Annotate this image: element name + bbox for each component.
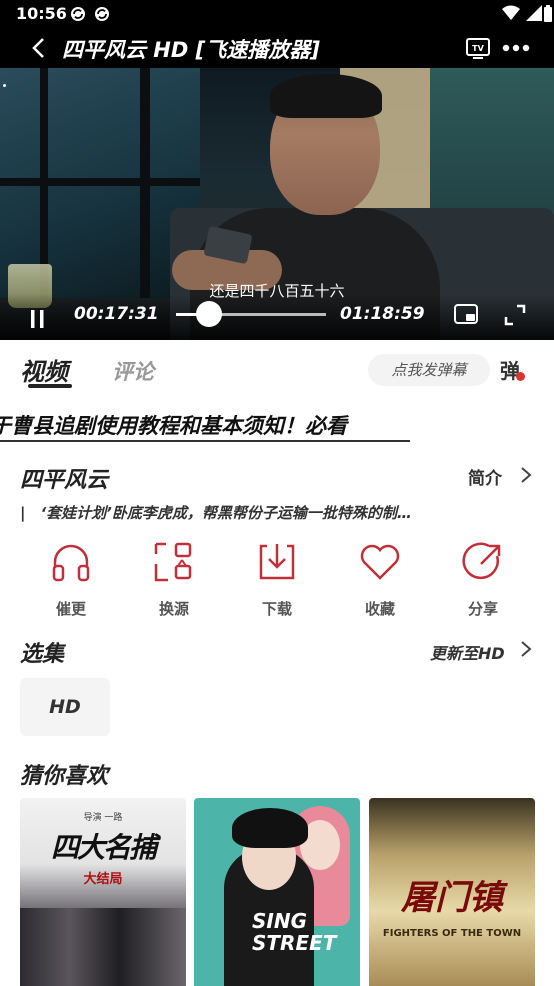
sync-icon-2 <box>95 7 109 21</box>
title-bar: 四平风云 HD [飞速播放器] TV <box>0 28 554 68</box>
action-urge-update[interactable]: 催更 <box>26 540 116 620</box>
notice-text: 于曹县追剧使用教程和基本须知！必看 <box>0 414 347 438</box>
recommend-poster[interactable]: 导演 一路 四大名捕 大结局 <box>20 798 186 986</box>
episode-button[interactable]: HD <box>20 678 110 736</box>
picture-in-picture-icon[interactable] <box>454 304 478 324</box>
poster-subtitle: FIGHTERS OF THE TOWN <box>382 928 522 939</box>
danmaku-toggle[interactable]: 弹 <box>496 352 530 386</box>
more-options-icon[interactable] <box>502 38 530 58</box>
notice-underline <box>0 440 410 442</box>
action-share[interactable]: 分享 <box>438 540 528 620</box>
heart-icon <box>360 544 400 580</box>
back-arrow-icon[interactable] <box>28 36 52 60</box>
chevron-right-icon[interactable] <box>520 640 532 658</box>
show-description[interactable]: | ‘套娃计划’卧底李虎成，帮黑帮份子运输一批特殊的制… <box>20 502 530 523</box>
chevron-right-icon[interactable] <box>520 466 532 484</box>
current-time: 00:17:31 <box>74 304 159 324</box>
video-player[interactable]: 还是四千八百五十六 00:17:31 01:18:59 <box>0 68 554 340</box>
download-icon <box>259 544 295 580</box>
switch-source-icon <box>154 542 192 582</box>
tv-cast-icon[interactable]: TV <box>466 38 490 60</box>
action-label: 分享 <box>467 600 498 618</box>
action-switch-source[interactable]: 换源 <box>129 540 219 620</box>
intro-link[interactable]: 简介 <box>468 464 502 489</box>
poster-credit: 导演 一路 <box>83 813 123 823</box>
pause-icon[interactable] <box>30 309 46 329</box>
headphones-icon <box>52 544 90 582</box>
fullscreen-icon[interactable] <box>504 304 526 326</box>
poster-title: 四大名捕 <box>50 831 157 864</box>
tab-video[interactable]: 视频 <box>20 352 68 387</box>
duration: 01:18:59 <box>340 304 425 324</box>
svg-text:TV: TV <box>472 44 484 53</box>
action-bar: 催更 换源 下载 收藏 分享 <box>0 540 554 620</box>
recommend-heading: 猜你喜欢 <box>20 764 109 789</box>
episodes-heading: 选集 <box>20 642 65 667</box>
danmaku-status-dot <box>516 372 525 381</box>
action-label: 收藏 <box>364 600 395 618</box>
danmaku-input-button[interactable]: 点我发弹幕 <box>368 354 490 386</box>
active-tab-indicator <box>28 384 72 388</box>
action-label: 催更 <box>55 600 86 618</box>
recommend-poster[interactable]: 屠门镇 FIGHTERS OF THE TOWN <box>369 798 535 986</box>
recommend-poster[interactable]: SING STREET <box>194 798 360 986</box>
action-label: 下载 <box>261 600 292 618</box>
wifi-icon <box>502 5 520 20</box>
poster-artwork <box>20 908 186 986</box>
sync-icon <box>71 7 85 21</box>
share-icon <box>462 542 501 580</box>
poster-subtitle: 大结局 <box>83 872 123 887</box>
action-download[interactable]: 下载 <box>232 540 322 620</box>
battery-icon <box>544 5 552 22</box>
poster-title: 屠门镇 <box>401 878 503 918</box>
action-label: 换源 <box>158 600 189 618</box>
content-tabs: 视频 评论 点我发弹幕 弹 <box>0 340 554 400</box>
status-time: 10:56 <box>16 4 67 23</box>
show-title: 四平风云 <box>20 468 109 493</box>
poster-title: SING STREET <box>252 909 337 955</box>
status-bar: 10:56 <box>0 0 554 28</box>
notice-banner[interactable]: 于曹县追剧使用教程和基本须知！必看 <box>0 408 554 442</box>
update-status-link[interactable]: 更新至HD <box>430 640 505 664</box>
action-favorite[interactable]: 收藏 <box>335 540 425 620</box>
page-title: 四平风云 HD [飞速播放器] <box>62 38 320 62</box>
signal-icon <box>526 5 542 21</box>
tab-comments[interactable]: 评论 <box>112 356 154 386</box>
